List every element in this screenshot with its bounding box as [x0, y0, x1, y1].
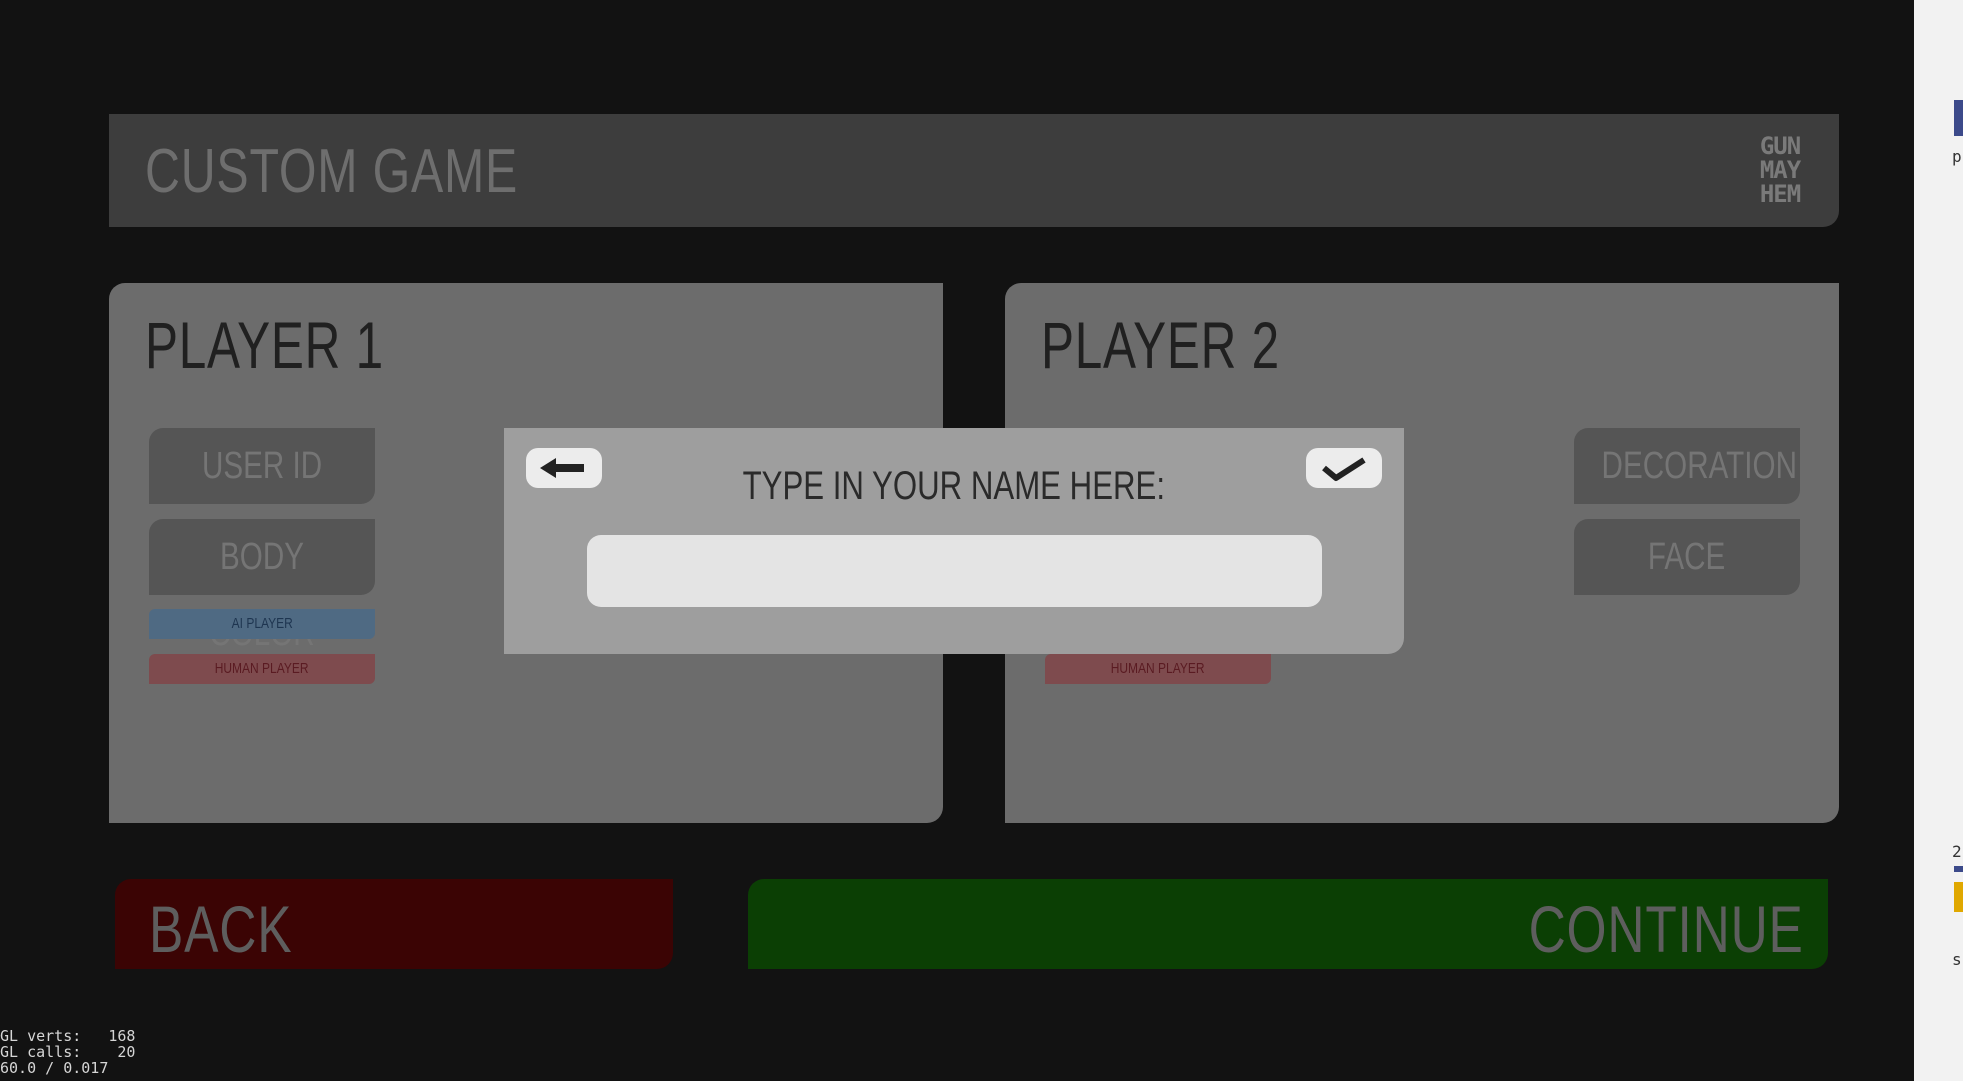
player2-title: PLAYER 2: [1041, 308, 1280, 382]
header-bar: CUSTOM GAME GUN MAY HEM: [109, 114, 1839, 227]
host-text-fragment: s: [1952, 950, 1962, 969]
human-player-toggle[interactable]: HUMAN PLAYER: [149, 654, 375, 684]
gun-mayhem-logo: GUN MAY HEM: [1759, 132, 1801, 208]
page-title: CUSTOM GAME: [145, 137, 519, 206]
host-text-fragment: p: [1952, 147, 1962, 166]
host-blip: [1954, 866, 1963, 872]
ai-player-toggle[interactable]: AI PLAYER: [149, 609, 375, 639]
name-entry-dialog: TYPE IN YOUR NAME HERE:: [504, 428, 1404, 654]
body-color-button[interactable]: BODY COLOR: [149, 519, 375, 654]
continue-button[interactable]: CONTINUE: [748, 879, 1828, 969]
host-text-fragment: 2: [1952, 842, 1962, 861]
face-button[interactable]: FACE: [1574, 519, 1800, 595]
human-player-toggle[interactable]: HUMAN PLAYER: [1045, 654, 1271, 684]
host-blip: [1954, 882, 1963, 912]
name-input[interactable]: [587, 535, 1322, 607]
player1-title: PLAYER 1: [145, 308, 384, 382]
host-blip: [1954, 100, 1963, 136]
debug-stats: GL verts: 168 GL calls: 20 60.0 / 0.017: [0, 1027, 136, 1077]
dialog-confirm-button[interactable]: [1306, 448, 1382, 488]
user-id-button[interactable]: USER ID: [149, 428, 375, 504]
game-screen: CUSTOM GAME GUN MAY HEM PLAYER 1 USER ID…: [0, 0, 1914, 1081]
dialog-title: TYPE IN YOUR NAME HERE:: [742, 464, 1166, 508]
decoration-button[interactable]: DECORATION: [1574, 428, 1800, 504]
back-button[interactable]: BACK: [115, 879, 673, 969]
checkmark-icon: [1322, 457, 1366, 481]
host-window-edge: p 2 s: [1914, 0, 1963, 1081]
